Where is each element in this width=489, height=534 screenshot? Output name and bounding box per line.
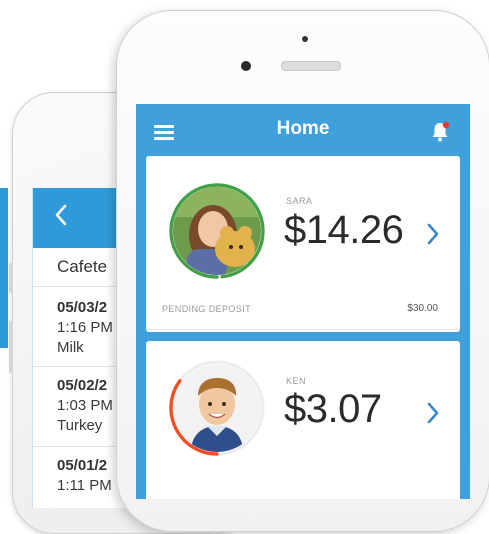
front-camera — [302, 36, 308, 42]
chevron-left-icon[interactable] — [49, 202, 75, 228]
phone-side-button — [9, 321, 13, 373]
edge-screen-strip — [0, 188, 8, 348]
sensor-dot — [241, 61, 251, 71]
home-screen: Home SARA $14.26 PENDING DEPOSIT $30.00 … — [136, 104, 470, 499]
notification-dot — [442, 121, 450, 129]
chevron-right-icon[interactable] — [424, 399, 442, 427]
child-card-ken[interactable]: KEN $3.07 — [146, 341, 460, 499]
transaction-date: 05/03/2 — [57, 299, 108, 316]
child-name: KEN — [286, 376, 307, 386]
transaction-time: 1:11 PM — [57, 477, 112, 494]
child-name: SARA — [286, 196, 313, 206]
page-title: Home — [276, 118, 330, 139]
earpiece-speaker — [281, 61, 341, 71]
transaction-time: 1:16 PM — [57, 319, 113, 336]
phone-side-button — [9, 263, 13, 293]
avatar — [173, 364, 261, 452]
bell-icon[interactable] — [428, 120, 452, 144]
cafeteria-title: Cafete — [57, 257, 108, 276]
balance-amount: $3.07 — [284, 387, 382, 431]
transaction-item-name: Turkey — [57, 417, 103, 434]
balance-amount: $14.26 — [284, 208, 404, 252]
child-card-sara[interactable]: SARA $14.26 PENDING DEPOSIT $30.00 — [146, 156, 460, 332]
transaction-date: 05/01/2 — [57, 457, 108, 474]
avatar — [173, 187, 261, 275]
transaction-item[interactable]: 05/01/2 1:11 PM — [57, 456, 112, 496]
pending-deposit-amount: $30.00 — [407, 303, 438, 314]
transaction-date: 05/02/2 — [57, 377, 108, 394]
transaction-item[interactable]: 05/02/2 1:03 PM Turkey — [57, 376, 113, 436]
transaction-item[interactable]: 05/03/2 1:16 PM Milk — [57, 298, 113, 358]
top-nav-bar: Home — [136, 104, 470, 156]
transaction-item-name: Milk — [57, 339, 84, 356]
divider — [146, 329, 460, 330]
transaction-time: 1:03 PM — [57, 397, 113, 414]
pending-deposit-label: PENDING DEPOSIT — [162, 304, 252, 314]
chevron-right-icon[interactable] — [424, 220, 442, 248]
